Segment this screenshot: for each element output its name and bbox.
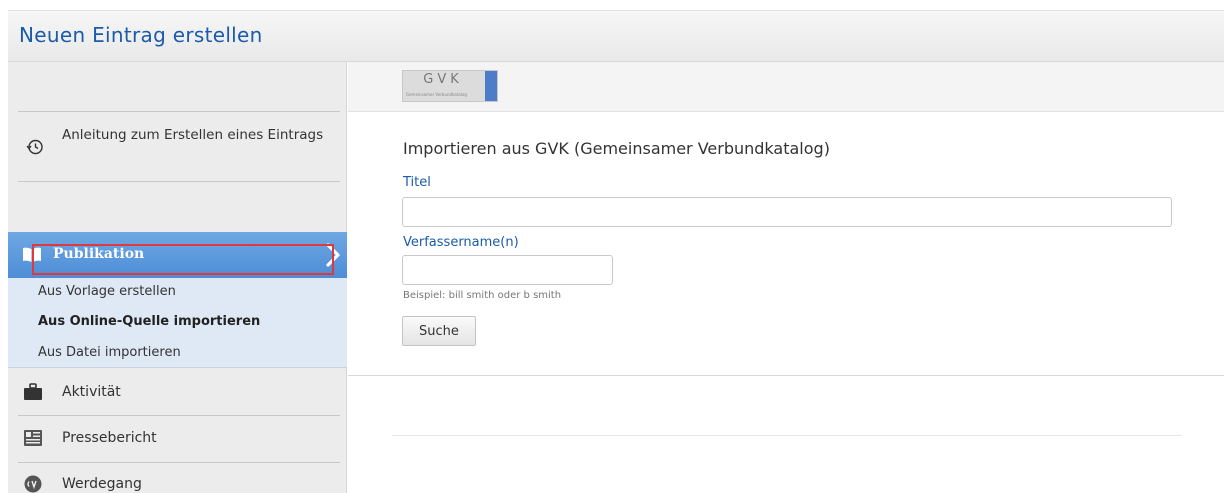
sidebar: Anleitung zum Erstellen eines Eintrags P… — [8, 62, 347, 493]
sidebar-item-label: Pressebericht — [62, 430, 157, 446]
sidebar-item-aktivitaet[interactable]: Aktivität — [8, 370, 347, 414]
guide-label: Anleitung zum Erstellen eines Eintrags — [62, 127, 324, 143]
author-input[interactable] — [402, 255, 613, 285]
sidebar-item-pressebericht[interactable]: Pressebericht — [8, 416, 347, 460]
author-hint: Beispiel: bill smith oder b smith — [403, 290, 562, 301]
press-card-icon — [24, 430, 42, 446]
highlight-frame — [32, 244, 334, 275]
gvk-logo-accent — [485, 71, 497, 101]
sidebar-item-label: Aktivität — [62, 384, 121, 400]
submenu-item-aus-vorlage[interactable]: Aus Vorlage erstellen — [38, 284, 176, 299]
gvk-logo: GVK Gemeinsamer Verbundkatalog — [402, 70, 498, 102]
title-label: Titel — [403, 175, 431, 190]
history-icon — [26, 139, 43, 155]
author-label: Verfassername(n) — [403, 235, 519, 250]
page-title: Neuen Eintrag erstellen — [19, 23, 263, 47]
gvk-logo-text: GVK — [423, 72, 463, 87]
search-button[interactable]: Suche — [402, 316, 476, 346]
divider — [392, 435, 1182, 436]
submenu-item-aus-datei[interactable]: Aus Datei importieren — [38, 345, 181, 360]
title-input[interactable] — [402, 197, 1172, 227]
form-heading: Importieren aus GVK (Gemeinsamer Verbund… — [403, 139, 830, 158]
submenu-item-online-quelle[interactable]: Aus Online-Quelle importieren — [38, 314, 260, 329]
source-logo-bar: GVK Gemeinsamer Verbundkatalog — [348, 62, 1224, 112]
briefcase-icon — [24, 383, 42, 400]
publication-submenu: Aus Vorlage erstellen Aus Online-Quelle … — [8, 278, 347, 368]
divider — [18, 181, 340, 182]
guide-link[interactable]: Anleitung zum Erstellen eines Eintrags — [8, 122, 347, 182]
gvk-logo-subtext: Gemeinsamer Verbundkatalog — [406, 92, 467, 97]
page-header: Neuen Eintrag erstellen — [8, 10, 1224, 62]
divider — [18, 111, 340, 112]
sidebar-item-werdegang[interactable]: Werdegang — [8, 462, 347, 493]
import-form: Importieren aus GVK (Gemeinsamer Verbund… — [348, 112, 1224, 376]
cv-icon — [24, 475, 42, 493]
sidebar-item-label: Werdegang — [62, 476, 142, 492]
